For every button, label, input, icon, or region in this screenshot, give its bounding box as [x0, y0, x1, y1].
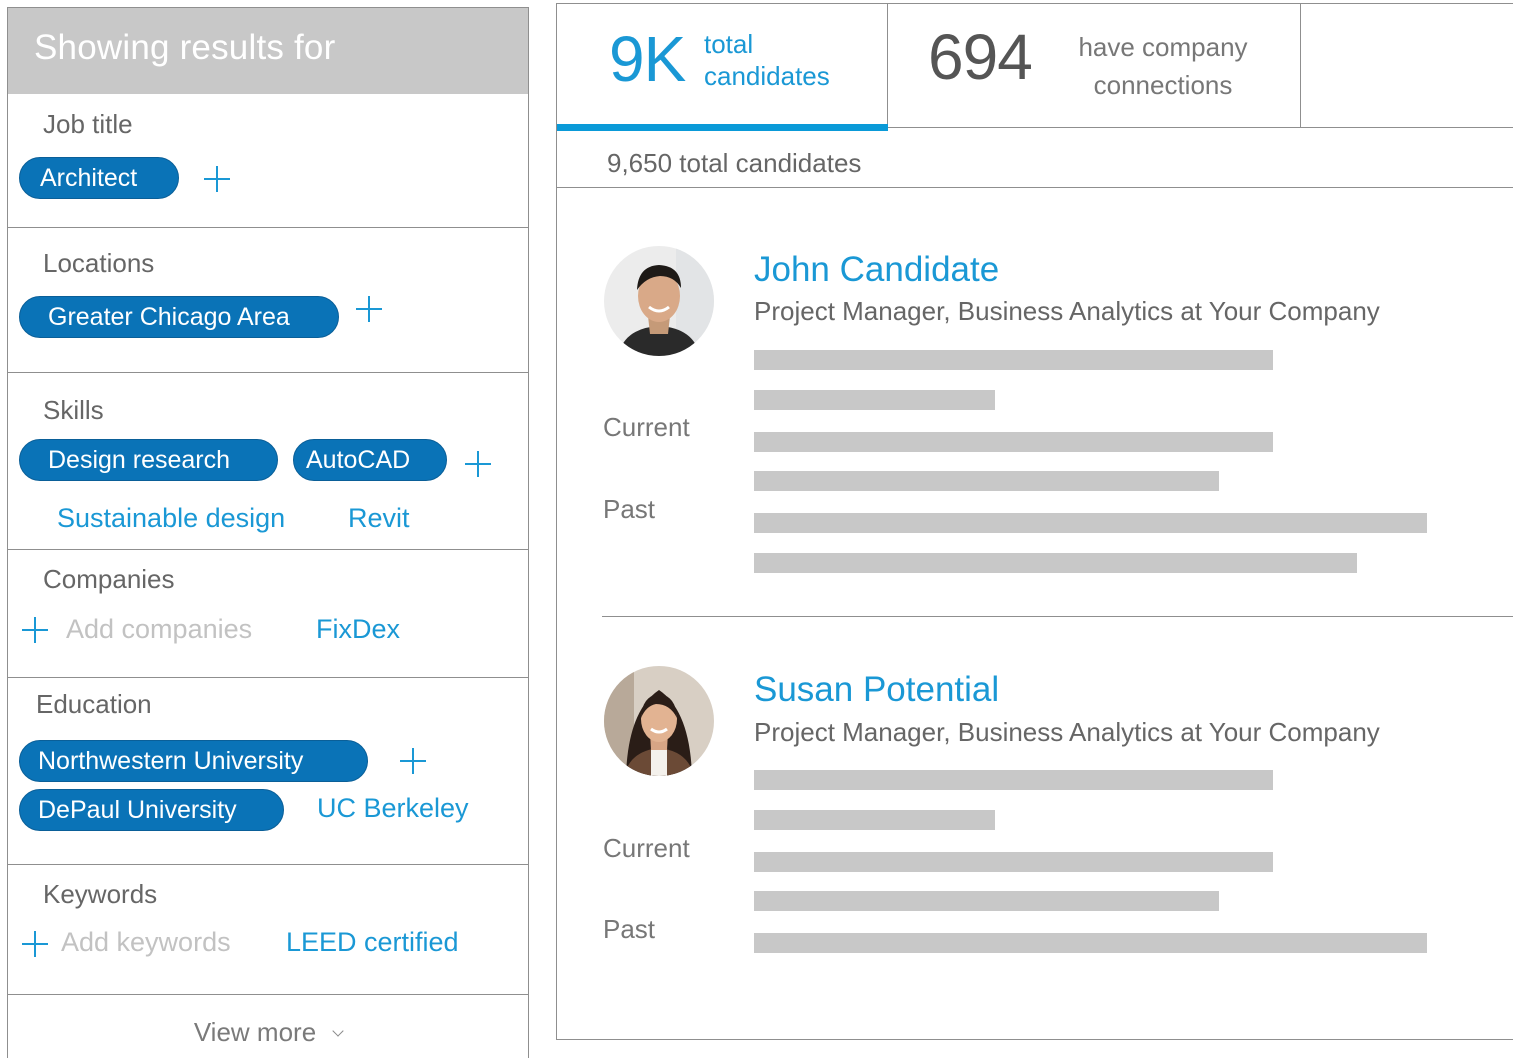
- location-pill-greater-chicago[interactable]: Greater Chicago Area: [19, 296, 339, 338]
- candidate-headline: Project Manager, Business Analytics at Y…: [754, 717, 1380, 747]
- candidate-name-link[interactable]: Susan Potential: [754, 670, 999, 710]
- job-title-section: Job title Architect: [8, 94, 528, 228]
- add-keywords-input[interactable]: Add keywords: [61, 927, 231, 958]
- skills-heading: Skills: [43, 395, 104, 425]
- job-title-pill-architect[interactable]: Architect: [19, 157, 179, 199]
- skeleton-line: [754, 891, 1219, 911]
- company-suggestion-fixdex[interactable]: FixDex: [316, 614, 400, 645]
- view-more-section: View more: [8, 994, 528, 1058]
- skeleton-line: [754, 810, 995, 830]
- keywords-heading: Keywords: [43, 879, 158, 909]
- view-more-button[interactable]: View more: [8, 1017, 528, 1048]
- filter-panel: Showing results for Job title Architect …: [7, 7, 529, 1058]
- stat-company-connections-value: 694: [928, 21, 1033, 93]
- skill-pill-design-research[interactable]: Design research: [19, 439, 278, 481]
- skill-pill-autocad[interactable]: AutoCAD: [293, 439, 447, 481]
- stat-total-candidates-label: total candidates: [704, 29, 830, 91]
- skeleton-line: [754, 933, 1427, 953]
- plus-icon[interactable]: [356, 296, 382, 322]
- current-label: Current: [603, 833, 690, 863]
- card-divider: [602, 616, 1513, 617]
- plus-icon[interactable]: [400, 748, 426, 774]
- education-heading: Education: [36, 689, 152, 719]
- candidate-name-link[interactable]: John Candidate: [754, 250, 999, 290]
- active-tab-indicator: [557, 124, 888, 131]
- skeleton-line: [754, 350, 1273, 370]
- plus-icon[interactable]: [465, 451, 491, 477]
- locations-heading: Locations: [43, 248, 155, 278]
- candidate-headline: Project Manager, Business Analytics at Y…: [754, 296, 1380, 326]
- total-candidates-count: 9,650 total candidates: [607, 148, 862, 178]
- results-panel: 9K total candidates 694 have company con…: [556, 3, 1513, 1040]
- plus-icon[interactable]: [22, 617, 48, 643]
- past-label: Past: [603, 914, 656, 944]
- stat-total-candidates-value: 9K: [609, 23, 686, 95]
- education-suggestion-uc-berkeley[interactable]: UC Berkeley: [317, 793, 469, 824]
- skeleton-line: [754, 770, 1273, 790]
- add-companies-input[interactable]: Add companies: [66, 614, 252, 645]
- plus-icon[interactable]: [204, 166, 230, 192]
- stat-company-connections-label: have company connections: [1078, 32, 1248, 100]
- count-divider: [557, 187, 1513, 188]
- plus-icon[interactable]: [22, 931, 48, 957]
- job-title-heading: Job title: [43, 109, 133, 139]
- locations-section: Locations Greater Chicago Area: [8, 227, 528, 373]
- past-label: Past: [603, 494, 656, 524]
- avatar[interactable]: [604, 666, 714, 776]
- current-label: Current: [603, 412, 690, 442]
- companies-heading: Companies: [43, 564, 175, 594]
- education-pill-depaul[interactable]: DePaul University: [19, 789, 284, 831]
- tabs-divider: [888, 127, 1513, 128]
- keywords-section: Keywords Add keywords LEED certified: [8, 864, 528, 995]
- skeleton-line: [754, 471, 1219, 491]
- keyword-suggestion-leed-certified[interactable]: LEED certified: [286, 927, 459, 958]
- skeleton-line: [754, 553, 1357, 573]
- education-section: Education Northwestern University DePaul…: [8, 677, 528, 865]
- view-more-label: View more: [193, 1017, 317, 1047]
- chevron-down-icon: [332, 1025, 344, 1037]
- avatar[interactable]: [604, 246, 714, 356]
- skeleton-line: [754, 852, 1273, 872]
- filter-panel-header: Showing results for: [8, 8, 528, 94]
- skeleton-line: [754, 390, 995, 410]
- filter-panel-title: Showing results for: [34, 28, 336, 67]
- tab-company-connections[interactable]: 694 have company connections: [888, 4, 1301, 128]
- skills-section: Skills Design research AutoCAD Sustainab…: [8, 372, 528, 550]
- education-pill-northwestern[interactable]: Northwestern University: [19, 740, 368, 782]
- skill-suggestion-revit[interactable]: Revit: [348, 503, 410, 534]
- skill-suggestion-sustainable-design[interactable]: Sustainable design: [57, 503, 285, 534]
- skeleton-line: [754, 432, 1273, 452]
- skeleton-line: [754, 513, 1427, 533]
- tab-total-candidates[interactable]: 9K total candidates: [557, 4, 888, 128]
- companies-section: Companies Add companies FixDex: [8, 549, 528, 678]
